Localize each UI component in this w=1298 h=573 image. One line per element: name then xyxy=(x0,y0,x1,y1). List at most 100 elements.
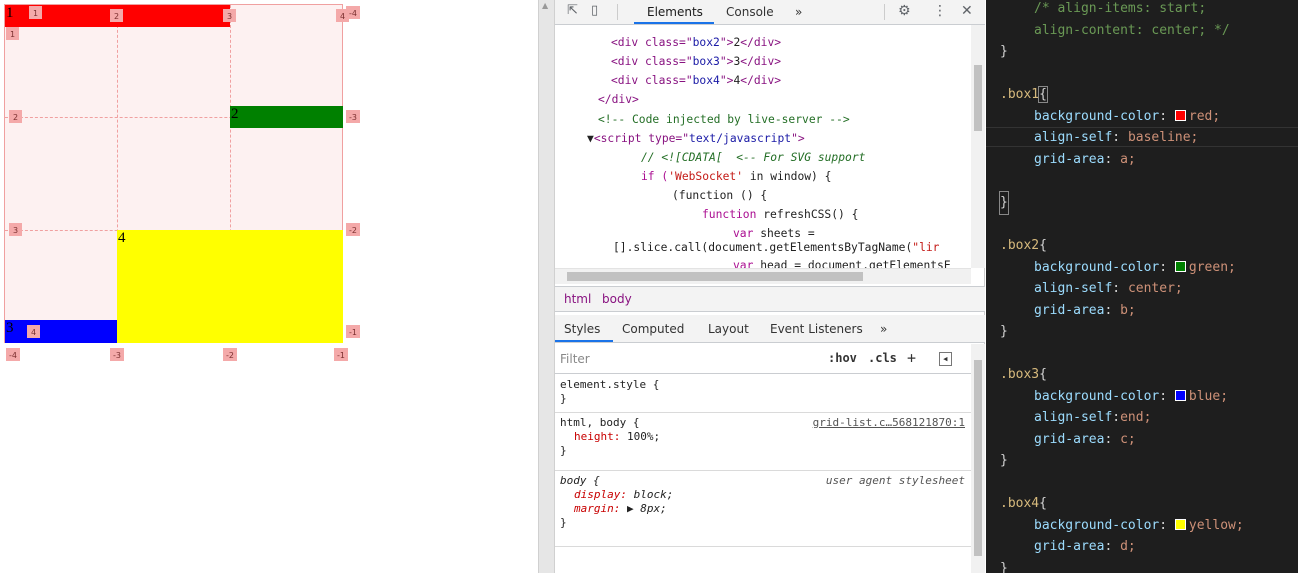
toolbar-divider xyxy=(617,4,618,20)
gear-icon[interactable]: ⚙ xyxy=(898,3,911,19)
tab-layout[interactable]: Layout xyxy=(708,322,749,336)
tab-styles[interactable]: Styles xyxy=(564,322,600,336)
rule-selector[interactable]: html, body { xyxy=(560,416,639,429)
breadcrumb: html body xyxy=(555,286,985,312)
dom-node-line[interactable]: <div class="box3">3</div> xyxy=(611,52,781,71)
grid-badge: -2 xyxy=(223,348,237,361)
tab-event-listeners[interactable]: Event Listeners xyxy=(770,322,863,336)
css-declaration: background-color: yellow; xyxy=(1034,518,1244,533)
elements-vertical-scrollbar[interactable] xyxy=(971,25,985,268)
inspect-element-icon[interactable]: ⇱ xyxy=(567,3,578,18)
tab-elements[interactable]: Elements xyxy=(647,5,703,19)
dom-comment-line[interactable]: <!-- Code injected by live-server --> xyxy=(598,110,850,129)
tab-computed[interactable]: Computed xyxy=(622,322,684,336)
js-line: [].slice.call(document.getElementsByTagN… xyxy=(613,241,940,254)
grid-badge: 1 xyxy=(6,27,19,40)
rule-source-link[interactable]: grid-list.c…568121870:1 xyxy=(813,416,965,430)
box4-label: 4 xyxy=(118,230,126,246)
class-toggle[interactable]: .cls xyxy=(868,351,897,365)
hover-state-toggle[interactable]: :hov xyxy=(828,351,857,365)
color-swatch-red[interactable] xyxy=(1174,110,1186,121)
grid-badge: -4 xyxy=(346,6,360,19)
scrollbar-thumb[interactable] xyxy=(974,65,982,131)
styles-vertical-scrollbar[interactable] xyxy=(971,344,985,573)
elements-horizontal-scrollbar[interactable] xyxy=(555,268,971,284)
box1-label: 1 xyxy=(6,5,14,21)
grid-badge: 3 xyxy=(9,223,22,236)
js-line: function refreshCSS() { xyxy=(702,208,859,221)
box3: 3 xyxy=(5,320,117,343)
style-rule: html, body { grid-list.c…568121870:1 heig… xyxy=(555,413,971,471)
code-brace: } xyxy=(1000,324,1008,339)
css-selector-box2: .box2{ xyxy=(1000,238,1047,253)
css-selector-box3: .box3{ xyxy=(1000,367,1047,382)
rule-selector[interactable]: element.style { xyxy=(560,378,966,392)
code-brace: } xyxy=(999,191,1009,215)
rule-selector[interactable]: body { xyxy=(560,474,600,487)
kebab-menu-icon[interactable]: ⋮ xyxy=(933,3,947,19)
code-brace: } xyxy=(1000,453,1008,468)
styles-filter-bar: :hov .cls + ◂ xyxy=(555,344,971,374)
css-declaration: grid-area: d; xyxy=(1034,539,1136,554)
expand-triangle-icon[interactable]: ▼ xyxy=(587,132,594,145)
toolbar-divider xyxy=(884,4,885,20)
rule-close: } xyxy=(560,392,567,405)
box4: 4 xyxy=(117,230,343,343)
grid-badge: -1 xyxy=(346,325,360,338)
css-declaration[interactable]: height: 100%; xyxy=(560,430,966,444)
dom-node-line[interactable]: <div class="box4">4</div> xyxy=(611,71,781,90)
screen: 1 2 4 3 1 2 3 4 -4 1 2 3 4 -3 -2 -1 -4 -… xyxy=(0,0,1298,573)
more-panes-icon[interactable]: » xyxy=(880,322,887,336)
rule-source-label: user agent stylesheet xyxy=(825,474,965,487)
devtools-resize-gutter[interactable]: ▲ xyxy=(538,0,555,573)
devtools-tabbar: ⇱ ▯ Elements Console » ⚙ ⋮ ✕ xyxy=(555,0,985,25)
box2-label: 2 xyxy=(231,106,239,122)
style-rule: body { user agent stylesheet display: blo… xyxy=(555,471,971,547)
style-rules: element.style { } html, body { grid-list.… xyxy=(555,375,971,573)
grid-badge: -2 xyxy=(346,223,360,236)
active-tab-indicator xyxy=(634,22,714,24)
css-declaration: align-self: center; xyxy=(1034,281,1183,296)
css-declaration: background-color: blue; xyxy=(1034,389,1229,404)
code-editor[interactable]: /* align-items: start; align-content: ce… xyxy=(986,0,1298,573)
close-icon[interactable]: ✕ xyxy=(961,3,973,19)
css-declaration: grid-area: c; xyxy=(1034,432,1136,447)
grid-badge: 1 xyxy=(29,6,42,19)
color-swatch-green[interactable] xyxy=(1174,261,1186,272)
filter-input[interactable] xyxy=(560,350,810,368)
grid-container: 1 2 4 3 xyxy=(4,4,343,343)
scroll-up-icon[interactable]: ▲ xyxy=(542,1,548,10)
new-rule-button[interactable]: + xyxy=(907,349,916,367)
js-line: if ('WebSocket' in window) { xyxy=(641,170,832,183)
grid-badge: -3 xyxy=(346,110,360,123)
code-brace: } xyxy=(1000,561,1008,573)
grid-badge: -3 xyxy=(110,348,124,361)
color-swatch-blue[interactable] xyxy=(1174,390,1186,401)
scrollbar-thumb[interactable] xyxy=(974,360,982,556)
css-declaration: display: block; xyxy=(574,488,674,501)
breadcrumb-body[interactable]: body xyxy=(602,292,632,306)
dom-node-line[interactable]: </div> xyxy=(598,90,639,109)
rule-close: } xyxy=(560,516,567,529)
scrollbar-thumb[interactable] xyxy=(567,272,863,281)
elements-tree: <div class="box2">2</div> <div class="bo… xyxy=(555,25,971,268)
css-declaration: background-color: green; xyxy=(1034,260,1236,275)
js-line: (function () { xyxy=(672,189,768,202)
breadcrumb-html[interactable]: html xyxy=(564,292,591,306)
device-toolbar-icon[interactable]: ▯ xyxy=(591,3,598,18)
code-brace: } xyxy=(1000,44,1008,59)
dom-node-line[interactable]: ▼<script type="text/javascript"> xyxy=(587,129,805,148)
grid-badge: 2 xyxy=(9,110,22,123)
toggle-sidebar-icon[interactable]: ◂ xyxy=(939,352,952,366)
js-line: var head = document.getElementsE xyxy=(733,259,951,268)
active-subtab-indicator xyxy=(555,340,613,342)
css-declaration: grid-area: b; xyxy=(1034,303,1136,318)
code-comment: align-content: center; */ xyxy=(1034,23,1230,38)
css-declaration: background-color: red; xyxy=(1034,109,1221,124)
devtools-panel: ⇱ ▯ Elements Console » ⚙ ⋮ ✕ <div class=… xyxy=(555,0,985,573)
css-declaration: margin: ▶ 8px; xyxy=(574,502,667,515)
color-swatch-yellow[interactable] xyxy=(1174,519,1186,530)
tab-console[interactable]: Console xyxy=(726,5,774,19)
dom-node-line[interactable]: <div class="box2">2</div> xyxy=(611,33,781,52)
more-tabs-icon[interactable]: » xyxy=(795,5,802,19)
